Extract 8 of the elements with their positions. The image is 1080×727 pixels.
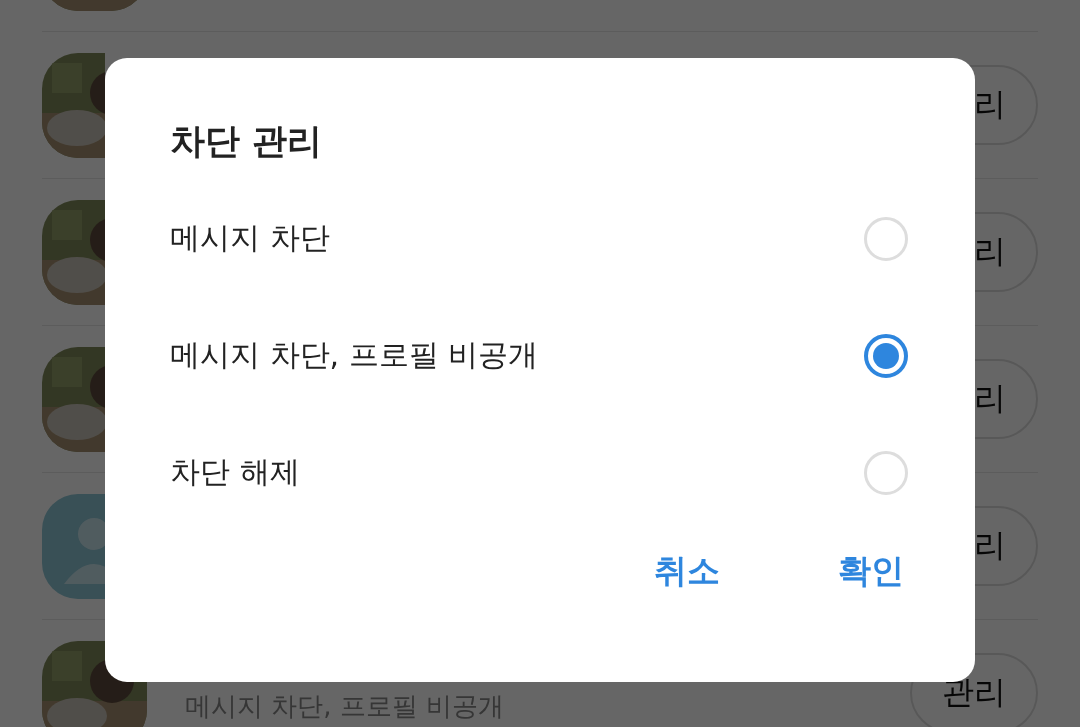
- person-avatar-icon: [42, 493, 105, 599]
- radio-button[interactable]: [864, 333, 908, 378]
- option-label[interactable]: 메시지 차단: [170, 218, 330, 259]
- option-label[interactable]: 메시지 차단, 프로필 비공개: [170, 335, 539, 376]
- confirm-button[interactable]: 확인: [838, 549, 904, 594]
- cancel-button[interactable]: 취소: [654, 549, 720, 594]
- option-label[interactable]: 차단 해제: [170, 452, 300, 493]
- dialog-title: 차단 관리: [170, 120, 324, 163]
